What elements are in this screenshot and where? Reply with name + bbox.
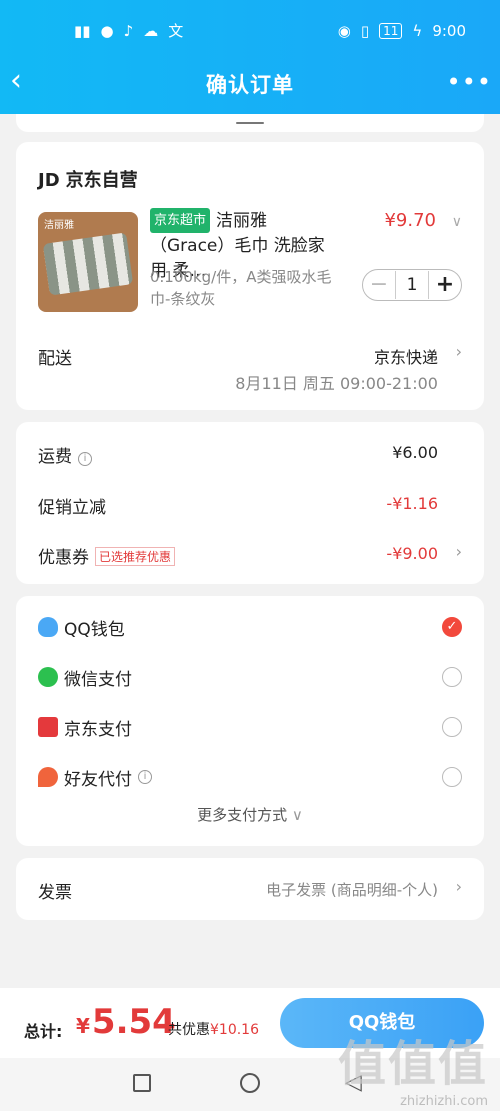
total-value: 5.54 xyxy=(91,1002,176,1042)
product-spec: 0.100kg/件，A类强吸水毛巾-条纹灰 xyxy=(150,268,332,308)
app-header: ▮▮ ● ♪ ☁ 文 ◉ ▯ 11 ϟ 9:00 ‹ 确认订单 ••• xyxy=(0,0,500,114)
increase-button[interactable]: + xyxy=(429,271,461,299)
friend-pay-icon xyxy=(38,767,58,787)
shipping-value: ¥6.00 xyxy=(392,443,438,462)
jd-pay-icon xyxy=(38,717,58,737)
vibrate-icon: ▯ xyxy=(360,21,370,40)
info-icon[interactable]: i xyxy=(78,452,92,466)
music-icon: ♪ xyxy=(123,21,134,40)
discount-value: ¥10.16 xyxy=(210,1022,259,1038)
invoice-card[interactable]: 发票 电子发票 (商品明细-个人) › xyxy=(16,858,484,920)
status-right-icons: ◉ ▯ 11 ϟ 9:00 xyxy=(338,22,466,40)
page-title: 确认订单 xyxy=(206,73,294,97)
fees-card: 运费 i ¥6.00 促销立减 -¥1.16 优惠券 已选推荐优惠 -¥9.00 › xyxy=(16,422,484,584)
status-bar: ▮▮ ● ♪ ☁ 文 ◉ ▯ 11 ϟ 9:00 xyxy=(0,0,500,62)
product-card: JD 京东自营 洁丽雅 京东超市 洁丽雅（Grace）毛巾 洗脸家用 柔… 0.10… xyxy=(16,142,484,410)
invoice-label: 发票 xyxy=(38,883,72,903)
coupon-row[interactable]: 优惠券 已选推荐优惠 xyxy=(38,543,176,568)
more-payment-label: 更多支付方式 xyxy=(197,806,288,824)
status-time: 9:00 xyxy=(432,22,466,40)
pay-option-wechat[interactable]: 微信支付 xyxy=(38,662,462,692)
shop-label: 京东自营 xyxy=(65,170,138,191)
chevron-right-icon[interactable]: › xyxy=(456,877,462,896)
watermark-logo: 值值值 xyxy=(337,1036,488,1092)
delivery-label: 配送 xyxy=(38,349,72,369)
coupon-value[interactable]: -¥9.00 xyxy=(386,544,438,563)
shipping-fee-row: 运费 i xyxy=(38,442,92,467)
weather-icon: ☁ xyxy=(143,21,159,40)
product-thumbnail[interactable]: 洁丽雅 xyxy=(38,212,138,312)
supermarket-badge: 京东超市 xyxy=(150,208,211,233)
shipping-label: 运费 xyxy=(38,447,72,467)
pay-option-label: 京东支付 xyxy=(64,719,132,740)
more-payment-link[interactable]: 更多支付方式 ∨ xyxy=(16,804,484,825)
payment-card: QQ钱包 ✓ 微信支付 京东支付 好友代付 i 更多支付方式 ∨ xyxy=(16,596,484,846)
translate-icon: 文 xyxy=(168,21,184,40)
chevron-right-icon[interactable]: › xyxy=(456,542,462,561)
discount-label: 共优惠 xyxy=(168,1022,210,1038)
coupon-tag: 已选推荐优惠 xyxy=(95,547,176,566)
radio-unchecked[interactable] xyxy=(442,667,462,687)
currency-symbol: ¥ xyxy=(76,1014,90,1038)
pay-option-label: 好友代付 xyxy=(64,769,132,790)
total-discount: 共优惠¥10.16 xyxy=(168,1019,259,1039)
eye-icon: ◉ xyxy=(337,21,351,40)
more-icon[interactable]: ••• xyxy=(447,68,492,96)
pay-option-qq[interactable]: QQ钱包 ✓ xyxy=(38,612,462,642)
quantity-stepper: − 1 + xyxy=(362,269,462,301)
home-icon[interactable] xyxy=(240,1073,260,1093)
collapsed-address-card[interactable] xyxy=(16,114,484,132)
delivery-method[interactable]: 京东快递 xyxy=(374,344,438,368)
back-arrow-icon[interactable]: ‹ xyxy=(10,66,40,100)
charging-icon: ϟ xyxy=(412,21,423,40)
chevron-down-icon: ∨ xyxy=(291,806,303,824)
coupon-label: 优惠券 xyxy=(38,548,89,568)
wechat-icon: ● xyxy=(100,21,114,40)
promo-value: -¥1.16 xyxy=(386,494,438,513)
info-icon[interactable]: i xyxy=(138,770,152,784)
shop-name: JD 京东自营 xyxy=(38,166,138,192)
site-watermark: 值值值 zhizhizhi.com xyxy=(338,1024,488,1109)
recent-apps-icon[interactable] xyxy=(133,1074,151,1092)
chevron-right-icon[interactable]: › xyxy=(456,342,462,361)
chevron-down-icon[interactable]: ∨ xyxy=(452,214,462,230)
promo-label: 促销立减 xyxy=(38,498,106,518)
delivery-time: 8月11日 周五 09:00-21:00 xyxy=(235,374,438,393)
towel-image xyxy=(42,232,134,296)
pay-option-label: QQ钱包 xyxy=(64,619,125,640)
radio-unchecked[interactable] xyxy=(442,767,462,787)
wechat-pay-icon xyxy=(38,667,58,687)
quantity-value[interactable]: 1 xyxy=(395,271,429,299)
nav-bar: ‹ 确认订单 ••• xyxy=(0,62,500,106)
battery-icon: 11 xyxy=(379,23,403,39)
thumb-brand-mark: 洁丽雅 xyxy=(44,220,74,231)
total-amount: ¥5.54 xyxy=(76,1002,176,1042)
pay-option-jd[interactable]: 京东支付 xyxy=(38,712,462,742)
radio-unchecked[interactable] xyxy=(442,717,462,737)
total-label: 总计: xyxy=(24,1022,63,1041)
radio-checked[interactable]: ✓ xyxy=(442,617,462,637)
status-left-icons: ▮▮ ● ♪ ☁ 文 xyxy=(74,21,184,40)
pay-option-label: 微信支付 xyxy=(64,669,132,690)
invoice-value: 电子发票 (商品明细-个人) xyxy=(266,881,438,899)
jd-logo: JD xyxy=(38,170,60,191)
pay-option-friend[interactable]: 好友代付 i xyxy=(38,762,462,792)
signal-icon: ▮▮ xyxy=(74,21,91,40)
product-price: ¥9.70 xyxy=(384,210,436,231)
watermark-url: zhizhizhi.com xyxy=(400,1094,488,1109)
qq-icon xyxy=(38,617,58,637)
decrease-button[interactable]: − xyxy=(363,271,395,299)
